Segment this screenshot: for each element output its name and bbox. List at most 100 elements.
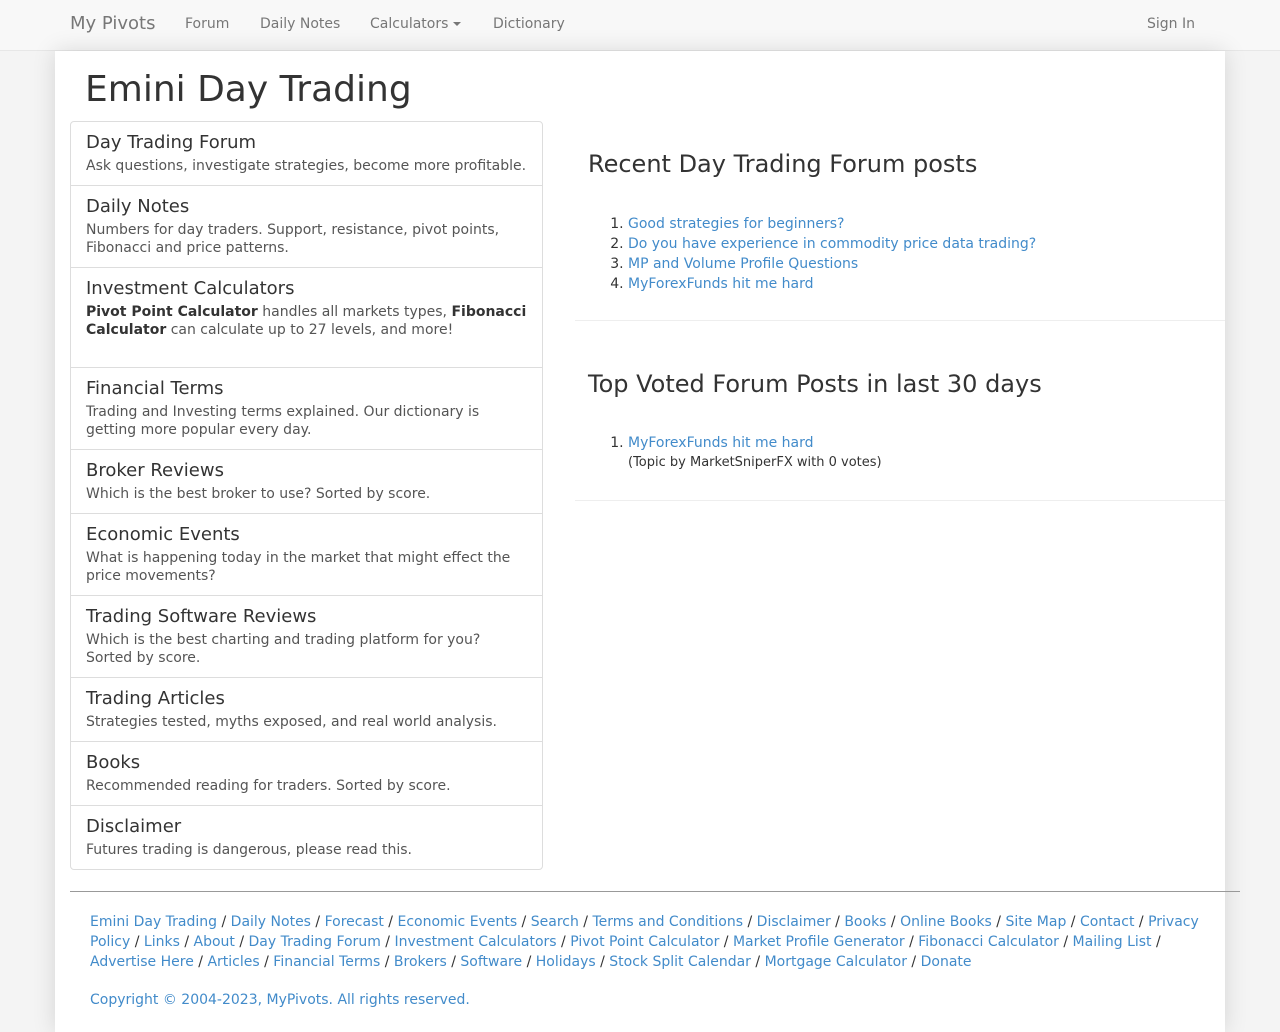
footer-separator: / — [1058, 934, 1073, 950]
top-voted-list: MyForexFunds hit me hard (Topic by Marke… — [628, 433, 882, 473]
footer-separator: / — [578, 914, 593, 930]
footer-link[interactable]: Online Books — [900, 914, 992, 930]
list-item-title: Investment Calculators — [86, 278, 295, 299]
main-container: Emini Day Trading Day Trading Forum Ask … — [55, 51, 1225, 1032]
list-item-text: Futures trading is dangerous, please rea… — [86, 842, 412, 858]
list-item: Good strategies for beginners? — [628, 214, 1036, 234]
brand-link[interactable]: My Pivots — [70, 13, 155, 34]
list-item-text: Which is the best charting and trading p… — [86, 632, 481, 666]
recent-posts-title: Recent Day Trading Forum posts — [588, 150, 978, 178]
list-item-text: Ask questions, investigate strategies, b… — [86, 158, 527, 174]
footer-link[interactable]: Economic Events — [397, 914, 517, 930]
recent-post-link[interactable]: Good strategies for beginners? — [628, 216, 845, 232]
footer-separator: / — [719, 934, 733, 950]
footer-link[interactable]: Financial Terms — [273, 954, 380, 970]
footer-separator: / — [1151, 934, 1161, 950]
footer-separator: / — [556, 934, 571, 950]
page-title: Emini Day Trading — [85, 69, 412, 110]
list-item-economic-events[interactable]: Economic Events What is happening today … — [70, 513, 543, 596]
top-voted-panel: Top Voted Forum Posts in last 30 days My… — [575, 321, 1225, 501]
recent-post-link[interactable]: MyForexFunds hit me hard — [628, 276, 814, 292]
recent-posts-panel: Recent Day Trading Forum posts Good stra… — [575, 121, 1225, 321]
list-item-daily-notes[interactable]: Daily Notes Numbers for day traders. Sup… — [70, 185, 543, 268]
footer-link[interactable]: Mortgage Calculator — [765, 954, 907, 970]
list-item-trading-articles[interactable]: Trading Articles Strategies tested, myth… — [70, 677, 543, 742]
footer-link[interactable]: Mailing List — [1073, 934, 1152, 950]
footer-link[interactable]: Holidays — [536, 954, 596, 970]
footer-link[interactable]: Pivot Point Calculator — [570, 934, 719, 950]
footer-link[interactable]: Disclaimer — [757, 914, 831, 930]
list-item: MyForexFunds hit me hard (Topic by Marke… — [628, 433, 882, 473]
list-item-text: Pivot Point Calculator handles all marke… — [86, 303, 527, 339]
nav-calculators-dropdown[interactable]: Calculators — [370, 16, 462, 32]
footer-link[interactable]: Articles — [207, 954, 259, 970]
footer-link[interactable]: Daily Notes — [231, 914, 311, 930]
footer-link[interactable]: Day Trading Forum — [249, 934, 381, 950]
list-item-day-trading-forum[interactable]: Day Trading Forum Ask questions, investi… — [70, 121, 543, 186]
recent-post-link[interactable]: Do you have experience in commodity pric… — [628, 236, 1036, 252]
nav-calculators-label: Calculators — [370, 16, 449, 32]
top-voted-title: Top Voted Forum Posts in last 30 days — [588, 370, 1042, 398]
footer-separator: / — [750, 954, 765, 970]
list-item-text: Trading and Investing terms explained. O… — [86, 404, 480, 438]
pivot-calculator-label: Pivot Point Calculator — [86, 304, 258, 320]
list-item-text: Recommended reading for traders. Sorted … — [86, 778, 451, 794]
list-item-text-part: can calculate up to 27 levels, and more! — [166, 322, 454, 338]
list-item-text: Which is the best broker to use? Sorted … — [86, 486, 431, 502]
footer-separator: / — [743, 914, 757, 930]
list-item: MyForexFunds hit me hard — [628, 274, 1036, 294]
footer-separator: / — [886, 914, 901, 930]
recent-posts-list: Good strategies for beginners? Do you ha… — [628, 214, 1036, 294]
footer-link[interactable]: Software — [460, 954, 522, 970]
footer-separator: / — [179, 934, 194, 950]
footer-link[interactable]: About — [194, 934, 235, 950]
list-item-trading-software-reviews[interactable]: Trading Software Reviews Which is the be… — [70, 595, 543, 678]
footer-link[interactable]: Links — [144, 934, 180, 950]
footer-link[interactable]: Investment Calculators — [394, 934, 556, 950]
footer-divider — [70, 891, 1240, 892]
footer-separator: / — [446, 954, 461, 970]
footer-separator: / — [904, 934, 919, 950]
list-item-title: Broker Reviews — [86, 460, 224, 481]
list-item-title: Books — [86, 752, 141, 773]
list-item-text: What is happening today in the market th… — [86, 550, 511, 584]
top-navbar: My Pivots Forum Daily Notes Calculators … — [0, 0, 1280, 51]
nav-forum[interactable]: Forum — [185, 16, 229, 32]
recent-post-link[interactable]: MP and Volume Profile Questions — [628, 256, 858, 272]
section-list: Day Trading Forum Ask questions, investi… — [70, 121, 543, 870]
list-item-financial-terms[interactable]: Financial Terms Trading and Investing te… — [70, 367, 543, 450]
footer-link[interactable]: Terms and Conditions — [592, 914, 743, 930]
copyright: Copyright © 2004-2023, MyPivots. All rig… — [90, 992, 470, 1008]
nav-daily-notes[interactable]: Daily Notes — [260, 16, 340, 32]
footer-link[interactable]: Advertise Here — [90, 954, 194, 970]
top-voted-post-link[interactable]: MyForexFunds hit me hard — [628, 435, 814, 451]
list-item-investment-calculators[interactable]: Investment Calculators Pivot Point Calcu… — [70, 267, 543, 368]
footer-separator: / — [383, 914, 398, 930]
footer-separator: / — [830, 914, 845, 930]
footer-separator: / — [1066, 914, 1080, 930]
list-item-books[interactable]: Books Recommended reading for traders. S… — [70, 741, 543, 806]
footer-link[interactable]: Contact — [1080, 914, 1134, 930]
list-item-disclaimer[interactable]: Disclaimer Futures trading is dangerous,… — [70, 805, 543, 870]
list-item: Do you have experience in commodity pric… — [628, 234, 1036, 254]
list-item-title: Trading Software Reviews — [86, 606, 317, 627]
footer-link[interactable]: Search — [531, 914, 579, 930]
footer-link[interactable]: Site Map — [1005, 914, 1066, 930]
footer-links: Emini Day Trading / Daily Notes / Foreca… — [90, 912, 1210, 972]
footer-link[interactable]: Market Profile Generator — [733, 934, 905, 950]
caret-down-icon — [453, 22, 462, 26]
footer-separator: / — [1134, 914, 1149, 930]
footer-separator: / — [517, 914, 531, 930]
footer-link[interactable]: Brokers — [394, 954, 447, 970]
footer-link[interactable]: Emini Day Trading — [90, 914, 217, 930]
footer-separator: / — [130, 934, 144, 950]
footer-link[interactable]: Stock Split Calendar — [609, 954, 751, 970]
list-item-title: Economic Events — [86, 524, 240, 545]
nav-dictionary[interactable]: Dictionary — [493, 16, 565, 32]
footer-link[interactable]: Forecast — [325, 914, 384, 930]
list-item-broker-reviews[interactable]: Broker Reviews Which is the best broker … — [70, 449, 543, 514]
footer-link[interactable]: Books — [844, 914, 886, 930]
footer-link[interactable]: Donate — [921, 954, 972, 970]
sign-in-link[interactable]: Sign In — [1147, 16, 1195, 32]
footer-link[interactable]: Fibonacci Calculator — [918, 934, 1059, 950]
